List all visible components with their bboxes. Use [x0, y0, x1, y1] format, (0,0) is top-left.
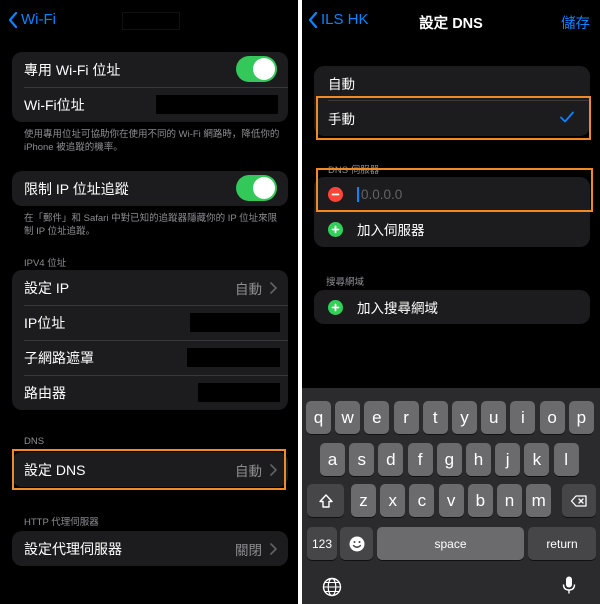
emoji-key[interactable] [340, 527, 373, 560]
add-server-button[interactable] [328, 221, 343, 237]
subnet-mask-row: 子網路遮罩 [12, 340, 288, 375]
limit-tracking-row: 限制 IP 位址追蹤 [12, 171, 288, 206]
network-name-redacted [122, 12, 180, 30]
wifi-address-label: Wi-Fi位址 [24, 96, 85, 113]
plus-icon [331, 303, 340, 311]
globe-icon[interactable] [322, 577, 342, 597]
configure-proxy-label: 設定代理伺服器 [24, 540, 122, 557]
key-w[interactable]: w [335, 401, 361, 434]
add-server-row[interactable]: 加入伺服器 [314, 211, 590, 247]
dns-section-header: DNS [24, 436, 45, 447]
automatic-label: 自動 [328, 77, 355, 92]
key-o[interactable]: o [539, 401, 565, 434]
ipv4-section-header: IPV4 位址 [24, 258, 67, 269]
key-f[interactable]: f [407, 443, 433, 476]
private-address-footer: 使用專用位址可協助你在使用不同的 Wi-Fi 網路時，降低你的iPhone 被追… [24, 129, 280, 153]
key-g[interactable]: g [436, 443, 462, 476]
chevron-right-icon [270, 543, 277, 555]
key-q[interactable]: q [306, 401, 331, 434]
key-c[interactable]: c [409, 484, 435, 517]
search-domains-group: 加入搜尋網域 [314, 290, 590, 324]
key-h[interactable]: h [466, 443, 491, 476]
private-address-row: 專用 Wi-Fi 位址 [12, 52, 288, 87]
subnet-mask-label: 子網路遮罩 [24, 349, 94, 366]
return-key[interactable]: return [528, 527, 596, 560]
dns-server-input-highlight [316, 168, 593, 212]
configure-ip-value: 自動 [235, 281, 262, 297]
manual-option-highlight [316, 96, 591, 140]
key-b[interactable]: b [467, 484, 493, 517]
add-server-label: 加入伺服器 [357, 223, 425, 238]
router-label: 路由器 [24, 384, 66, 401]
key-e[interactable]: e [364, 401, 390, 434]
space-key[interactable]: space [377, 527, 524, 560]
wifi-address-row: Wi-Fi位址 [12, 87, 288, 122]
http-proxy-section-header: HTTP 代理伺服器 [24, 517, 99, 528]
configure-dns-screen: ILS HK 設定 DNS 儲存 自動 手動 DNS 伺服器 加入伺服器 [302, 0, 600, 604]
chevron-right-icon [270, 282, 277, 294]
save-button[interactable]: 儲存 [561, 12, 590, 33]
key-u[interactable]: u [481, 401, 507, 434]
key-i[interactable]: i [510, 401, 536, 434]
left-nav-bar: Wi-Fi [0, 0, 298, 40]
key-r[interactable]: r [393, 401, 419, 434]
search-domains-header: 搜尋網域 [326, 277, 365, 288]
wifi-address-redacted [156, 95, 278, 114]
key-v[interactable]: v [438, 484, 464, 517]
http-proxy-group: 設定代理伺服器 關閉 [12, 531, 288, 566]
key-t[interactable]: t [422, 401, 448, 434]
ip-address-row: IP位址 [12, 305, 288, 340]
private-address-group: 專用 Wi-Fi 位址 Wi-Fi位址 [12, 52, 288, 122]
plus-icon [331, 225, 340, 233]
on-screen-keyboard: qwertyuiop asdfghjkl zxcvbnm 123 space r… [302, 388, 600, 604]
key-d[interactable]: d [378, 443, 404, 476]
ip-address-label: IP位址 [24, 314, 66, 331]
ipv4-group: 設定 IP 自動 IP位址 子網路遮罩 路由器 [12, 270, 288, 410]
microphone-icon[interactable] [559, 575, 579, 595]
back-to-wifi-button[interactable]: Wi-Fi [8, 11, 56, 28]
router-row: 路由器 [12, 375, 288, 410]
delete-key[interactable] [562, 484, 596, 517]
private-address-toggle[interactable] [236, 56, 277, 82]
numbers-key[interactable]: 123 [307, 527, 337, 560]
shift-icon [318, 493, 333, 508]
key-a[interactable]: a [320, 443, 345, 476]
key-y[interactable]: y [452, 401, 477, 434]
key-x[interactable]: x [380, 484, 406, 517]
chevron-left-icon [8, 11, 18, 28]
configure-proxy-row[interactable]: 設定代理伺服器 關閉 [12, 531, 288, 566]
key-n[interactable]: n [497, 484, 522, 517]
subnet-mask-redacted [187, 348, 280, 367]
right-nav-bar: ILS HK 設定 DNS 儲存 [302, 0, 600, 40]
shift-key[interactable] [307, 484, 344, 517]
private-address-label: 專用 Wi-Fi 位址 [24, 61, 121, 78]
emoji-icon [349, 536, 364, 551]
configure-ip-row[interactable]: 設定 IP 自動 [12, 270, 288, 305]
key-j[interactable]: j [495, 443, 521, 476]
key-z[interactable]: z [351, 484, 376, 517]
limit-tracking-footer: 在「郵件」和 Safari 中對已知的追蹤器隱藏你的 IP 位址來限制 IP 位… [24, 213, 278, 237]
page-title: 設定 DNS [419, 16, 483, 32]
limit-tracking-label: 限制 IP 位址追蹤 [24, 180, 129, 197]
router-redacted [198, 383, 280, 402]
key-k[interactable]: k [524, 443, 550, 476]
ip-address-redacted [190, 313, 280, 332]
add-search-domain-button[interactable] [328, 299, 343, 315]
configure-proxy-value: 關閉 [235, 542, 262, 558]
key-l[interactable]: l [553, 443, 579, 476]
backspace-icon [570, 494, 587, 507]
configure-ip-label: 設定 IP [24, 279, 70, 296]
key-s[interactable]: s [349, 443, 375, 476]
key-m[interactable]: m [526, 484, 552, 517]
wifi-details-screen: Wi-Fi 專用 Wi-Fi 位址 Wi-Fi位址 使用專用位址可協助你在使用不… [0, 0, 298, 604]
key-p[interactable]: p [568, 401, 594, 434]
add-search-domain-label: 加入搜尋網域 [357, 301, 438, 316]
limit-tracking-group: 限制 IP 位址追蹤 [12, 171, 288, 206]
limit-tracking-toggle[interactable] [236, 175, 277, 201]
back-label: Wi-Fi [21, 11, 56, 28]
automatic-option[interactable]: 自動 [314, 66, 590, 100]
add-search-domain-row[interactable]: 加入搜尋網域 [314, 290, 590, 324]
configure-dns-highlight [12, 449, 286, 490]
